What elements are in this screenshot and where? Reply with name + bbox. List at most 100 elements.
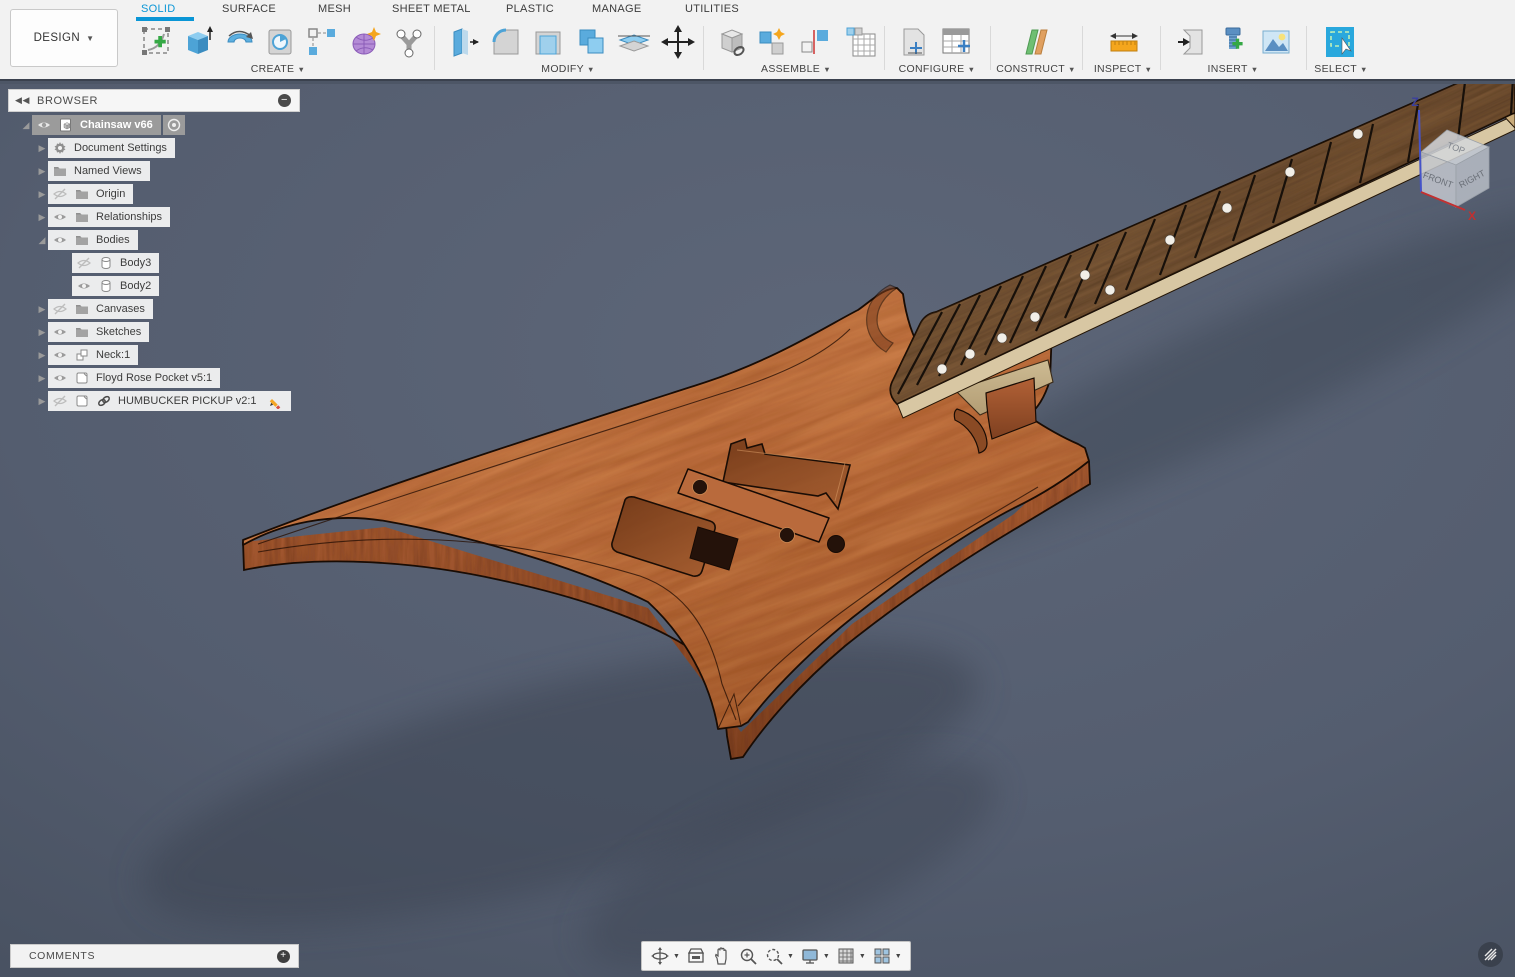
eye-off-icon[interactable] [76,255,92,271]
active-tab-underline [136,17,194,21]
tree-row-bodies[interactable]: ◢ Bodies [36,230,308,250]
group-configure[interactable]: CONFIGURE ▼ [899,63,976,75]
eye-off-icon[interactable] [52,186,68,202]
viewports-dropdown-icon[interactable]: ▼ [895,953,902,960]
tree-row-sketches[interactable]: ▶ Sketches [36,322,308,342]
tree-row-root[interactable]: ◢ Chainsaw v66 [20,115,308,135]
display-settings-icon[interactable] [798,945,822,967]
orbit-dropdown-icon[interactable]: ▼ [673,953,680,960]
expander-icon[interactable]: ▶ [36,166,48,177]
revolve-icon[interactable] [222,24,258,60]
group-modify[interactable]: MODIFY ▼ [541,63,594,75]
group-inspect[interactable]: INSPECT ▼ [1094,63,1152,75]
tree-row-floyd-rose-pocket[interactable]: ▶ Floyd Rose Pocket v5:1 [36,368,308,388]
shell-icon[interactable] [530,24,566,60]
tab-sheet-metal[interactable]: SHEET METAL [392,3,471,15]
pipe-icon[interactable] [392,24,428,60]
tree-row-canvases[interactable]: ▶ Canvases [36,299,308,319]
eye-off-icon[interactable] [52,301,68,317]
split-body-icon[interactable] [616,24,652,60]
tree-row-neck[interactable]: ▶ Neck:1 [36,345,308,365]
eye-icon[interactable] [76,278,92,294]
hole-icon[interactable] [262,24,298,60]
insert-fastener-icon[interactable] [1216,24,1252,60]
extrude-icon[interactable] [180,24,216,60]
pattern-icon[interactable] [304,24,340,60]
job-status-icon[interactable] [1478,942,1503,967]
edit-pencil-icon[interactable] [267,393,283,409]
activate-component-icon[interactable] [163,115,185,135]
new-component-icon[interactable] [715,24,751,60]
expander-open-icon[interactable]: ◢ [36,235,48,246]
construction-plane-icon[interactable] [1018,24,1054,60]
expander-open-icon[interactable]: ◢ [20,120,32,131]
display-settings-dropdown-icon[interactable]: ▼ [823,953,830,960]
eye-icon[interactable] [52,232,68,248]
configuration-icon[interactable] [896,24,932,60]
look-at-icon[interactable] [684,945,708,967]
grid-dropdown-icon[interactable]: ▼ [859,953,866,960]
select-icon[interactable] [1322,24,1358,60]
expander-icon[interactable]: ▶ [36,350,48,361]
tree-row-body3[interactable]: Body3 [72,253,308,273]
add-comment-icon[interactable]: + [277,950,290,963]
eye-icon[interactable] [52,209,68,225]
eye-icon[interactable] [52,370,68,386]
pan-icon[interactable] [710,945,734,967]
tree-item-label: HUMBUCKER PICKUP v2:1 [118,395,257,407]
canvas-icon[interactable] [1258,24,1294,60]
zoom-icon[interactable] [736,945,760,967]
tree-row-named-views[interactable]: ▶ Named Views [36,161,308,181]
expander-icon[interactable]: ▶ [36,189,48,200]
eye-icon[interactable] [36,117,52,133]
tree-row-document-settings[interactable]: ▶ Document Settings [36,138,308,158]
folder-icon [74,232,90,248]
tab-surface[interactable]: SURFACE [222,3,276,15]
group-insert[interactable]: INSERT ▼ [1208,63,1259,75]
create-sketch-icon[interactable] [140,24,176,60]
insert-derive-icon[interactable] [1174,24,1210,60]
group-construct[interactable]: CONSTRUCT ▼ [996,63,1075,75]
tab-manage[interactable]: MANAGE [592,3,641,15]
tab-mesh[interactable]: MESH [318,3,351,15]
expander-icon[interactable]: ▶ [36,327,48,338]
tab-utilities[interactable]: UTILITIES [685,3,739,15]
configuration-table-icon[interactable] [938,24,974,60]
move-icon[interactable] [660,24,696,60]
browser-header[interactable]: ◀◀ BROWSER − [8,89,300,112]
tree-row-body2[interactable]: Body2 [72,276,308,296]
design-workspace-menu[interactable]: DESIGN ▼ [10,9,118,67]
grid-icon[interactable] [834,945,858,967]
collapse-all-icon[interactable]: − [278,94,291,107]
joint-icon[interactable] [755,24,791,60]
group-select[interactable]: SELECT ▼ [1314,63,1367,75]
tree-row-humbucker-pickup[interactable]: ▶ HUMBUCKER PICKUP v2:1 [36,391,308,411]
as-built-joint-icon[interactable] [797,24,833,60]
collapse-panel-icon[interactable]: ◀◀ [15,95,30,106]
group-create[interactable]: CREATE ▼ [251,63,306,75]
tab-plastic[interactable]: PLASTIC [506,3,554,15]
form-icon[interactable] [348,24,384,60]
expander-icon[interactable]: ▶ [36,143,48,154]
eye-icon[interactable] [52,347,68,363]
group-assemble[interactable]: ASSEMBLE ▼ [761,63,831,75]
expander-icon[interactable]: ▶ [36,373,48,384]
expander-icon[interactable]: ▶ [36,212,48,223]
tab-solid[interactable]: SOLID [141,3,176,15]
measure-icon[interactable] [1106,24,1142,60]
expander-icon[interactable]: ▶ [36,396,48,407]
viewports-icon[interactable] [870,945,894,967]
press-pull-icon[interactable] [446,24,482,60]
orbit-icon[interactable] [648,945,672,967]
combine-icon[interactable] [574,24,610,60]
eye-icon[interactable] [52,324,68,340]
motion-study-icon[interactable] [843,24,879,60]
expander-icon[interactable]: ▶ [36,304,48,315]
fillet-icon[interactable] [488,24,524,60]
comments-panel[interactable]: COMMENTS + [10,944,299,968]
window-zoom-icon[interactable] [762,945,786,967]
window-zoom-dropdown-icon[interactable]: ▼ [787,953,794,960]
tree-row-relationships[interactable]: ▶ Relationships [36,207,308,227]
tree-row-origin[interactable]: ▶ Origin [36,184,308,204]
eye-off-icon[interactable] [52,393,68,409]
